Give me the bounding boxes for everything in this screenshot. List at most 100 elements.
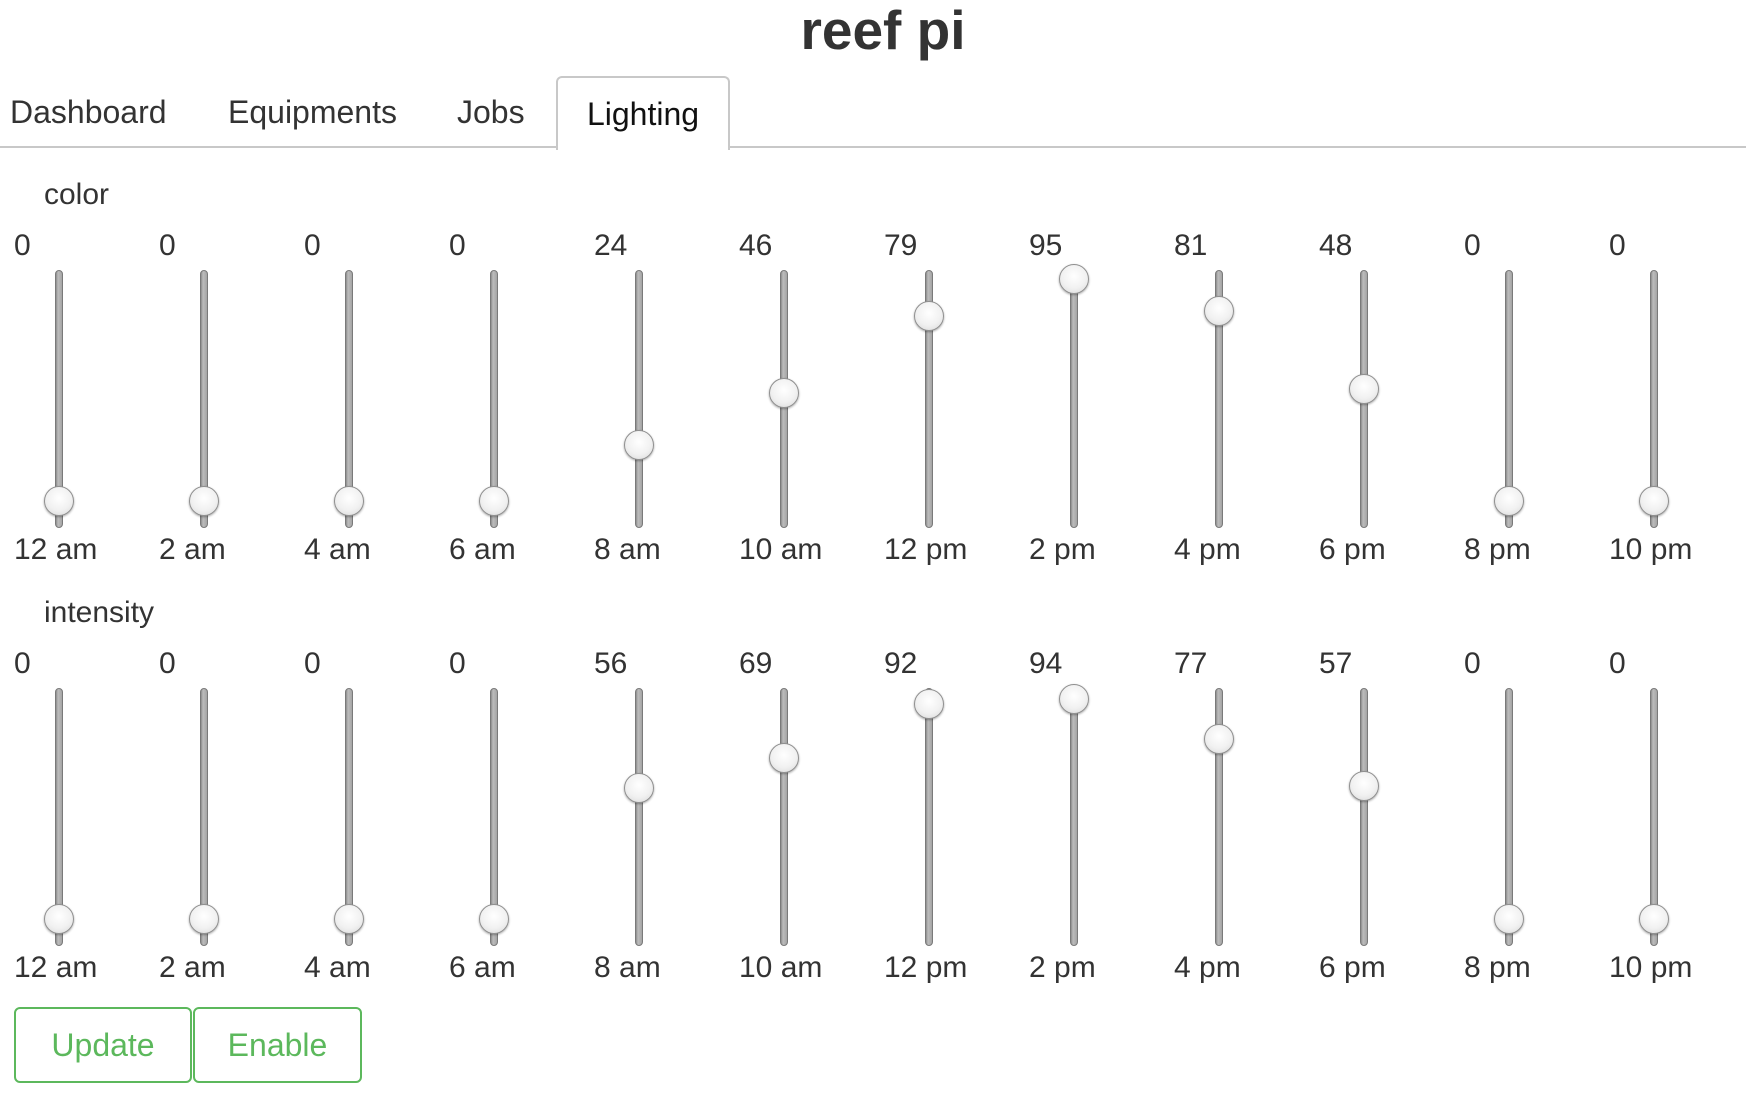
slider-value: 0: [449, 229, 466, 262]
intensity-slider-11: 0 10 pm: [1609, 646, 1746, 986]
slider-thumb[interactable]: [1059, 684, 1089, 715]
slider-track[interactable]: [635, 688, 643, 946]
slider-thumb[interactable]: [479, 486, 509, 516]
color-slider-2: 0 4 am: [304, 228, 444, 568]
slider-value: 0: [1464, 229, 1481, 262]
color-slider-5: 46 10 am: [739, 228, 879, 568]
intensity-slider-4: 56 8 am: [594, 646, 734, 986]
slider-value: 0: [1609, 229, 1626, 262]
update-button[interactable]: Update: [14, 1007, 192, 1083]
slider-time-label: 10 am: [739, 951, 823, 984]
slider-value: 79: [884, 229, 918, 262]
group-label-intensity: intensity: [44, 596, 155, 629]
slider-value: 94: [1029, 647, 1063, 680]
slider-time-label: 8 pm: [1464, 533, 1531, 566]
slider-track[interactable]: [1070, 688, 1078, 946]
intensity-slider-1: 0 2 am: [159, 646, 299, 986]
slider-thumb[interactable]: [1349, 373, 1379, 404]
slider-thumb[interactable]: [769, 742, 799, 773]
intensity-slider-3: 0 6 am: [449, 646, 589, 986]
slider-thumb[interactable]: [44, 904, 74, 934]
slider-value: 46: [739, 229, 773, 262]
slider-track[interactable]: [925, 688, 933, 946]
slider-time-label: 4 am: [304, 951, 371, 984]
color-slider-1: 0 2 am: [159, 228, 299, 568]
slider-thumb[interactable]: [1204, 296, 1234, 327]
intensity-slider-8: 77 4 pm: [1174, 646, 1314, 986]
slider-track[interactable]: [1360, 688, 1368, 946]
color-slider-9: 48 6 pm: [1319, 228, 1459, 568]
slider-value: 0: [14, 647, 31, 680]
slider-thumb[interactable]: [1494, 904, 1524, 934]
slider-track[interactable]: [780, 688, 788, 946]
intensity-slider-0: 0 12 am: [14, 646, 154, 986]
slider-value: 56: [594, 647, 628, 680]
slider-track[interactable]: [1070, 270, 1078, 528]
app-title: reef pi: [800, 0, 966, 61]
slider-value: 0: [1464, 647, 1481, 680]
slider-time-label: 12 pm: [884, 533, 968, 566]
slider-thumb[interactable]: [334, 486, 364, 516]
color-slider-8: 81 4 pm: [1174, 228, 1314, 568]
intensity-slider-7: 94 2 pm: [1029, 646, 1169, 986]
intensity-slider-6: 92 12 pm: [884, 646, 1024, 986]
slider-time-label: 8 am: [594, 951, 661, 984]
color-slider-3: 0 6 am: [449, 228, 589, 568]
slider-time-label: 10 pm: [1609, 533, 1693, 566]
slider-thumb[interactable]: [1639, 904, 1669, 934]
slider-value: 0: [159, 647, 176, 680]
slider-value: 92: [884, 647, 918, 680]
slider-time-label: 4 pm: [1174, 533, 1241, 566]
color-slider-6: 79 12 pm: [884, 228, 1024, 568]
slider-thumb[interactable]: [479, 904, 509, 934]
slider-time-label: 2 am: [159, 951, 226, 984]
slider-value: 0: [304, 647, 321, 680]
slider-time-label: 6 am: [449, 533, 516, 566]
slider-value: 48: [1319, 229, 1353, 262]
tab-lighting[interactable]: Lighting: [556, 76, 730, 150]
slider-value: 0: [159, 229, 176, 262]
intensity-slider-2: 0 4 am: [304, 646, 444, 986]
slider-time-label: 2 pm: [1029, 533, 1096, 566]
slider-value: 57: [1319, 647, 1353, 680]
color-slider-4: 24 8 am: [594, 228, 734, 568]
slider-thumb[interactable]: [769, 378, 799, 409]
slider-value: 69: [739, 647, 773, 680]
tab-dashboard[interactable]: Dashboard: [10, 76, 167, 148]
tab-equipments[interactable]: Equipments: [228, 76, 397, 148]
slider-thumb[interactable]: [334, 904, 364, 934]
slider-thumb[interactable]: [1349, 770, 1379, 801]
tab-jobs[interactable]: Jobs: [457, 76, 525, 148]
slider-time-label: 10 pm: [1609, 951, 1693, 984]
slider-thumb[interactable]: [914, 688, 944, 719]
tab-bar: Dashboard Equipments Jobs Lighting: [0, 76, 1746, 150]
color-slider-0: 0 12 am: [14, 228, 154, 568]
slider-value: 77: [1174, 647, 1208, 680]
slider-value: 0: [449, 647, 466, 680]
slider-value: 24: [594, 229, 628, 262]
slider-time-label: 6 pm: [1319, 951, 1386, 984]
slider-thumb[interactable]: [1204, 723, 1234, 754]
slider-value: 81: [1174, 229, 1208, 262]
slider-time-label: 4 pm: [1174, 951, 1241, 984]
slider-value: 0: [304, 229, 321, 262]
slider-time-label: 2 pm: [1029, 951, 1096, 984]
slider-track[interactable]: [635, 270, 643, 528]
enable-button[interactable]: Enable: [193, 1007, 362, 1083]
slider-thumb[interactable]: [44, 486, 74, 516]
slider-time-label: 12 am: [14, 533, 98, 566]
slider-thumb[interactable]: [914, 301, 944, 332]
slider-thumb[interactable]: [624, 429, 654, 460]
color-slider-11: 0 10 pm: [1609, 228, 1746, 568]
slider-thumb[interactable]: [189, 904, 219, 934]
slider-thumb[interactable]: [624, 772, 654, 803]
slider-time-label: 4 am: [304, 533, 371, 566]
intensity-slider-10: 0 8 pm: [1464, 646, 1604, 986]
slider-thumb[interactable]: [1639, 486, 1669, 516]
slider-thumb[interactable]: [1059, 263, 1089, 294]
slider-time-label: 8 pm: [1464, 951, 1531, 984]
slider-thumb[interactable]: [189, 486, 219, 516]
slider-time-label: 10 am: [739, 533, 823, 566]
slider-thumb[interactable]: [1494, 486, 1524, 516]
color-slider-10: 0 8 pm: [1464, 228, 1604, 568]
